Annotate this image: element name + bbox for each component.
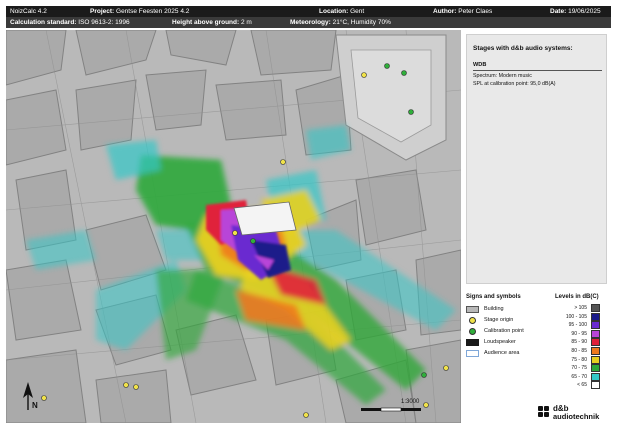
level-label: 95 - 100 bbox=[568, 322, 587, 329]
level-item: 80 - 85 bbox=[549, 347, 609, 356]
legend-symbol-item: Calibration point bbox=[466, 327, 546, 337]
level-label: 90 - 95 bbox=[571, 330, 587, 337]
project-value: Gentse Feesten 2025 4.2 bbox=[116, 8, 190, 15]
scale-bar bbox=[361, 407, 421, 412]
level-swatch bbox=[591, 338, 600, 347]
stage-divider bbox=[473, 70, 602, 71]
level-swatch bbox=[591, 347, 600, 355]
level-item: 100 - 105 bbox=[549, 312, 609, 322]
level-swatch bbox=[591, 312, 600, 321]
legend-symbol-label: Stage origin bbox=[484, 317, 514, 323]
level-item: 70 - 75 bbox=[549, 364, 609, 373]
level-label: 65 - 70 bbox=[571, 373, 587, 380]
legend-symbol-swatch bbox=[466, 306, 479, 313]
date-value: 19/06/2025 bbox=[568, 8, 601, 15]
side-panel: Stages with d&b audio systems: WDB Spect… bbox=[462, 30, 611, 423]
db-logo: d&b audiotechnik bbox=[538, 403, 608, 421]
level-label: 100 - 105 bbox=[565, 313, 587, 320]
location-value: Gent bbox=[350, 8, 365, 15]
level-item: 95 - 100 bbox=[549, 321, 609, 330]
level-swatch bbox=[591, 372, 600, 381]
level-item: < 65 bbox=[549, 381, 609, 390]
date-label: Date: bbox=[550, 8, 567, 15]
level-item: 75 - 80 bbox=[549, 355, 609, 365]
stages-title: Stages with d&b audio systems: bbox=[473, 45, 573, 52]
legend-symbol-label: Building bbox=[484, 306, 504, 312]
legend-symbol-swatch bbox=[469, 328, 476, 335]
level-item: 65 - 70 bbox=[549, 372, 609, 382]
db-logo-icon bbox=[538, 406, 550, 418]
stage-name: WDB bbox=[473, 62, 487, 68]
author-label: Author: bbox=[433, 8, 457, 15]
level-item: 90 - 95 bbox=[549, 329, 609, 339]
stage-spectrum: Spectrum: Modern music bbox=[473, 73, 532, 79]
legend-symbol-item: Building bbox=[466, 305, 546, 315]
legend-symbol-label: Calibration point bbox=[484, 328, 524, 334]
legend-symbol-label: Audience area bbox=[484, 350, 520, 356]
legend-symbol-swatch bbox=[466, 350, 479, 357]
noise-map-canvas: N 1:3000 bbox=[6, 30, 461, 423]
legend-symbol-swatch bbox=[469, 317, 476, 324]
signs-title: Signs and symbols bbox=[466, 294, 521, 300]
project-label: Project: bbox=[90, 8, 115, 15]
level-swatch bbox=[591, 364, 600, 373]
north-label: N bbox=[32, 401, 38, 410]
meteo-value: 21°C, Humidity 70% bbox=[332, 19, 391, 26]
report-header: NoizCalc 4.2 Project: Gentse Feesten 202… bbox=[6, 6, 611, 29]
calc-label: Calculation standard: bbox=[10, 19, 77, 26]
level-label: < 65 bbox=[577, 382, 587, 389]
level-swatch bbox=[591, 321, 600, 330]
levels-title: Levels in dB(C) bbox=[555, 294, 599, 300]
level-item: 85 - 90 bbox=[549, 338, 609, 347]
stage-spl: SPL at calibration point: 95,0 dB(A) bbox=[473, 81, 556, 87]
logo-line2: audiotechnik bbox=[553, 412, 600, 421]
level-label: > 105 bbox=[574, 305, 587, 311]
author-value: Peter Claes bbox=[458, 8, 493, 15]
legend: Signs and symbols Building Stage origin Ca… bbox=[466, 292, 607, 419]
level-swatch bbox=[591, 329, 600, 338]
level-label: 80 - 85 bbox=[571, 348, 587, 354]
stages-panel: Stages with d&b audio systems: WDB Spect… bbox=[466, 34, 607, 284]
level-item: > 105 bbox=[549, 304, 609, 313]
location-label: Location: bbox=[319, 8, 349, 15]
legend-symbol-swatch bbox=[466, 339, 479, 346]
scale-text: 1:3000 bbox=[401, 399, 420, 405]
meteo-label: Meteorology: bbox=[290, 19, 331, 26]
legend-symbol-item: Audience area bbox=[466, 349, 546, 359]
level-label: 85 - 90 bbox=[571, 339, 587, 346]
height-value: 2 m bbox=[240, 19, 252, 26]
header-row-calculation: Calculation standard: ISO 9613-2: 1996 H… bbox=[6, 17, 611, 28]
calc-value: ISO 9613-2: 1996 bbox=[78, 19, 130, 26]
header-row-project: NoizCalc 4.2 Project: Gentse Feesten 202… bbox=[6, 6, 611, 17]
legend-symbol-label: Loudspeaker bbox=[484, 339, 516, 345]
height-label: Height above ground: bbox=[172, 19, 240, 26]
level-swatch bbox=[591, 355, 600, 364]
legend-symbol-item: Stage origin bbox=[466, 316, 546, 326]
noise-map[interactable]: N 1:3000 bbox=[6, 30, 461, 423]
level-swatch bbox=[591, 381, 600, 390]
app-name: NoizCalc 4.2 bbox=[10, 8, 47, 15]
level-label: 75 - 80 bbox=[571, 356, 587, 363]
level-label: 70 - 75 bbox=[571, 365, 587, 372]
level-swatch bbox=[591, 304, 600, 312]
legend-symbol-item: Loudspeaker bbox=[466, 338, 546, 348]
